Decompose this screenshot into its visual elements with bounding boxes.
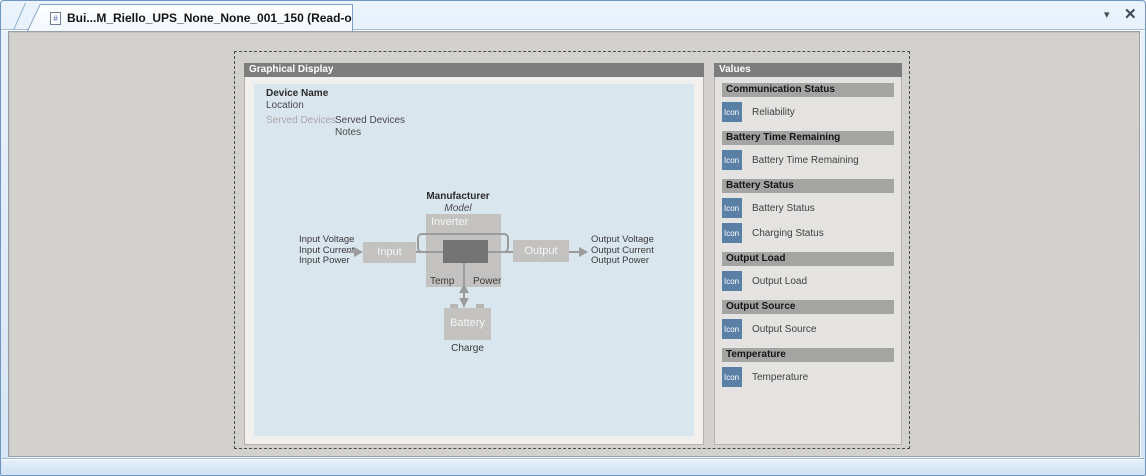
battery-down-arrowhead-icon [459, 298, 469, 307]
values-section-header: Output Source [722, 300, 894, 314]
panel-menu-icon[interactable]: ▾ [1104, 8, 1110, 21]
editor-canvas[interactable]: Graphical Display Device Name Location S… [8, 31, 1140, 457]
value-row[interactable]: Icon Charging Status [722, 223, 894, 243]
values-panel-header: Values [714, 63, 902, 77]
window-bottom-frame [2, 458, 1144, 475]
power-label: Power [473, 276, 501, 287]
served-devices-value: Served Devices [335, 115, 405, 126]
values-section-header: Output Load [722, 252, 894, 266]
value-label: Battery Status [752, 203, 815, 214]
values-body: Communication Status Icon Reliability Batte… [714, 77, 902, 445]
battery-up-arrowhead-icon [459, 284, 469, 293]
value-icon: Icon [722, 319, 742, 339]
manufacturer-label: Manufacturer [408, 191, 508, 202]
value-row[interactable]: Icon Reliability [722, 102, 894, 122]
output-arrow-line [569, 251, 579, 253]
output-voltage-label: Output Voltage [591, 235, 654, 246]
tab-strip-diagonal [13, 3, 26, 30]
value-label: Reliability [752, 107, 795, 118]
notes-label: Notes [335, 127, 361, 138]
battery-box[interactable]: Battery [444, 308, 491, 340]
output-power-label: Output Power [591, 256, 654, 267]
graphical-display-body: Device Name Location Served Devices Serv… [244, 77, 704, 445]
inverter-core-box [443, 240, 488, 263]
location-label: Location [266, 100, 304, 111]
ups-diagram-canvas: Device Name Location Served Devices Serv… [254, 84, 694, 436]
device-name-label: Device Name [266, 88, 328, 99]
values-section-header: Communication Status [722, 83, 894, 97]
input-arrowhead-icon [354, 247, 363, 257]
input-arrow-line [346, 251, 354, 253]
values-section-header: Battery Status [722, 179, 894, 193]
input-voltage-label: Input Voltage [299, 235, 354, 246]
panel-close-icon[interactable]: ✕ [1124, 5, 1137, 23]
values-panel[interactable]: Values Communication Status Icon Reliabili… [714, 63, 902, 445]
value-icon: Icon [722, 198, 742, 218]
charge-label: Charge [434, 343, 501, 354]
served-devices-label: Served Devices [266, 115, 336, 126]
graphical-display-panel[interactable]: Graphical Display Device Name Location S… [244, 63, 704, 445]
values-section-header: Battery Time Remaining [722, 131, 894, 145]
value-row[interactable]: Icon Battery Time Remaining [722, 150, 894, 170]
document-tab[interactable]: # Bui...M_Riello_UPS_None_None_001_150 (… [27, 4, 353, 31]
value-label: Temperature [752, 372, 808, 383]
value-icon: Icon [722, 102, 742, 122]
output-arrowhead-icon [579, 247, 588, 257]
value-label: Battery Time Remaining [752, 155, 859, 166]
editor-window: # Bui...M_Riello_UPS_None_None_001_150 (… [0, 0, 1146, 476]
input-box[interactable]: Input [363, 242, 416, 263]
value-row[interactable]: Icon Temperature [722, 367, 894, 387]
value-label: Output Source [752, 324, 816, 335]
output-values-text: Output Voltage Output Current Output Pow… [591, 235, 654, 267]
value-icon: Icon [722, 150, 742, 170]
value-row[interactable]: Icon Output Source [722, 319, 894, 339]
value-row[interactable]: Icon Battery Status [722, 198, 894, 218]
output-box[interactable]: Output [513, 240, 569, 262]
temp-label: Temp [430, 276, 454, 287]
value-label: Output Load [752, 276, 807, 287]
input-power-label: Input Power [299, 256, 354, 267]
values-section-header: Temperature [722, 348, 894, 362]
document-icon: # [50, 12, 61, 25]
value-icon: Icon [722, 223, 742, 243]
model-label: Model [408, 203, 508, 214]
tab-title: Bui...M_Riello_UPS_None_None_001_150 (Re… [67, 11, 373, 25]
value-icon: Icon [722, 271, 742, 291]
tab-close-icon[interactable]: ✕ [382, 12, 391, 25]
graphical-display-header: Graphical Display [244, 63, 704, 77]
value-icon: Icon [722, 367, 742, 387]
value-row[interactable]: Icon Output Load [722, 271, 894, 291]
value-label: Charging Status [752, 228, 824, 239]
